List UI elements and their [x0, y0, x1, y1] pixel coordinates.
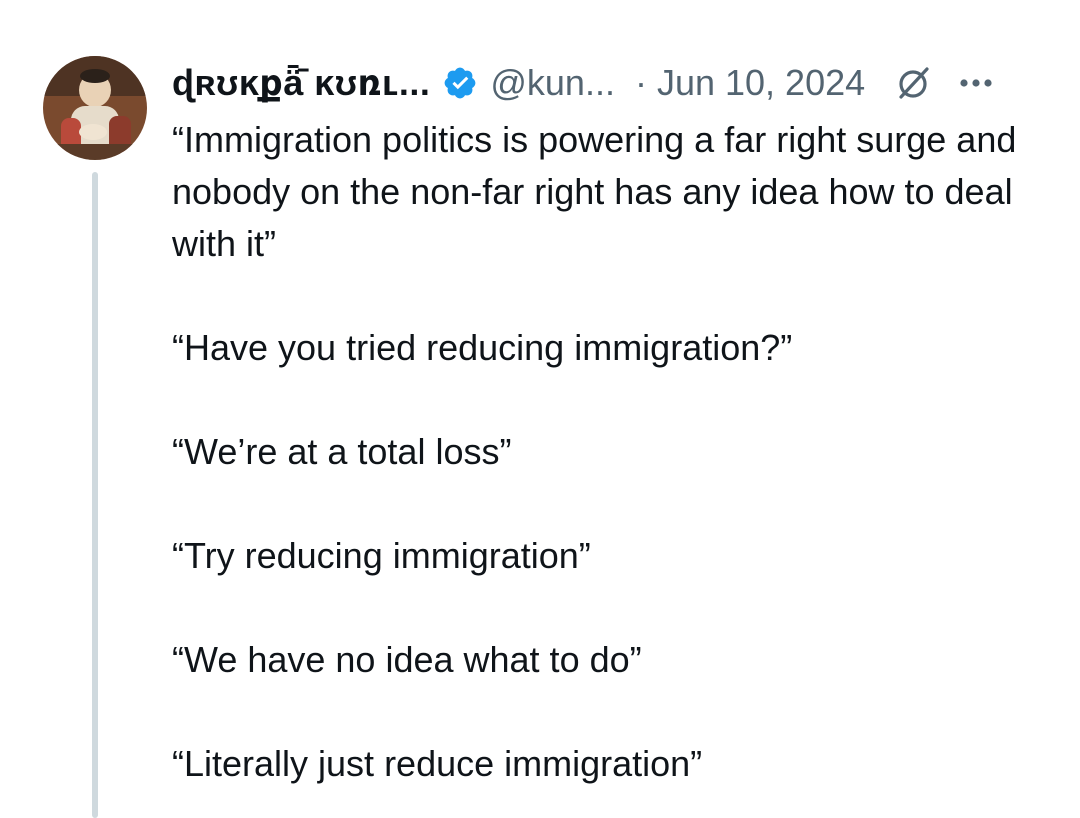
avatar[interactable] — [43, 56, 147, 160]
verified-badge-icon[interactable] — [442, 65, 478, 101]
avatar-image — [43, 56, 147, 160]
tweet-text: “Immigration politics is powering a far … — [172, 114, 1052, 790]
thread-connector-line — [92, 172, 98, 818]
tweet-paragraph: “Literally just reduce immigration” — [172, 743, 703, 784]
tweet-header: ɖʀʊĸքǟ̄ ĸʊռʟ... @kun... · Jun 10, 2024 — [172, 56, 1052, 110]
tweet-paragraph: “Immigration politics is powering a far … — [172, 119, 1017, 264]
grok-icon[interactable] — [893, 63, 933, 103]
tweet-paragraph: “Have you tried reducing immigration?” — [172, 327, 793, 368]
tweet-date[interactable]: Jun 10, 2024 — [657, 62, 865, 104]
author-handle[interactable]: @kun... — [490, 62, 615, 104]
more-options-icon[interactable] — [959, 77, 993, 89]
tweet-paragraph: “Try reducing immigration” — [172, 535, 591, 576]
date-separator: · — [634, 62, 647, 103]
tweet-paragraph: “We’re at a total loss” — [172, 431, 512, 472]
tweet-paragraph: “We have no idea what to do” — [172, 639, 642, 680]
author-display-name[interactable]: ɖʀʊĸքǟ̄ ĸʊռʟ... — [172, 62, 430, 104]
